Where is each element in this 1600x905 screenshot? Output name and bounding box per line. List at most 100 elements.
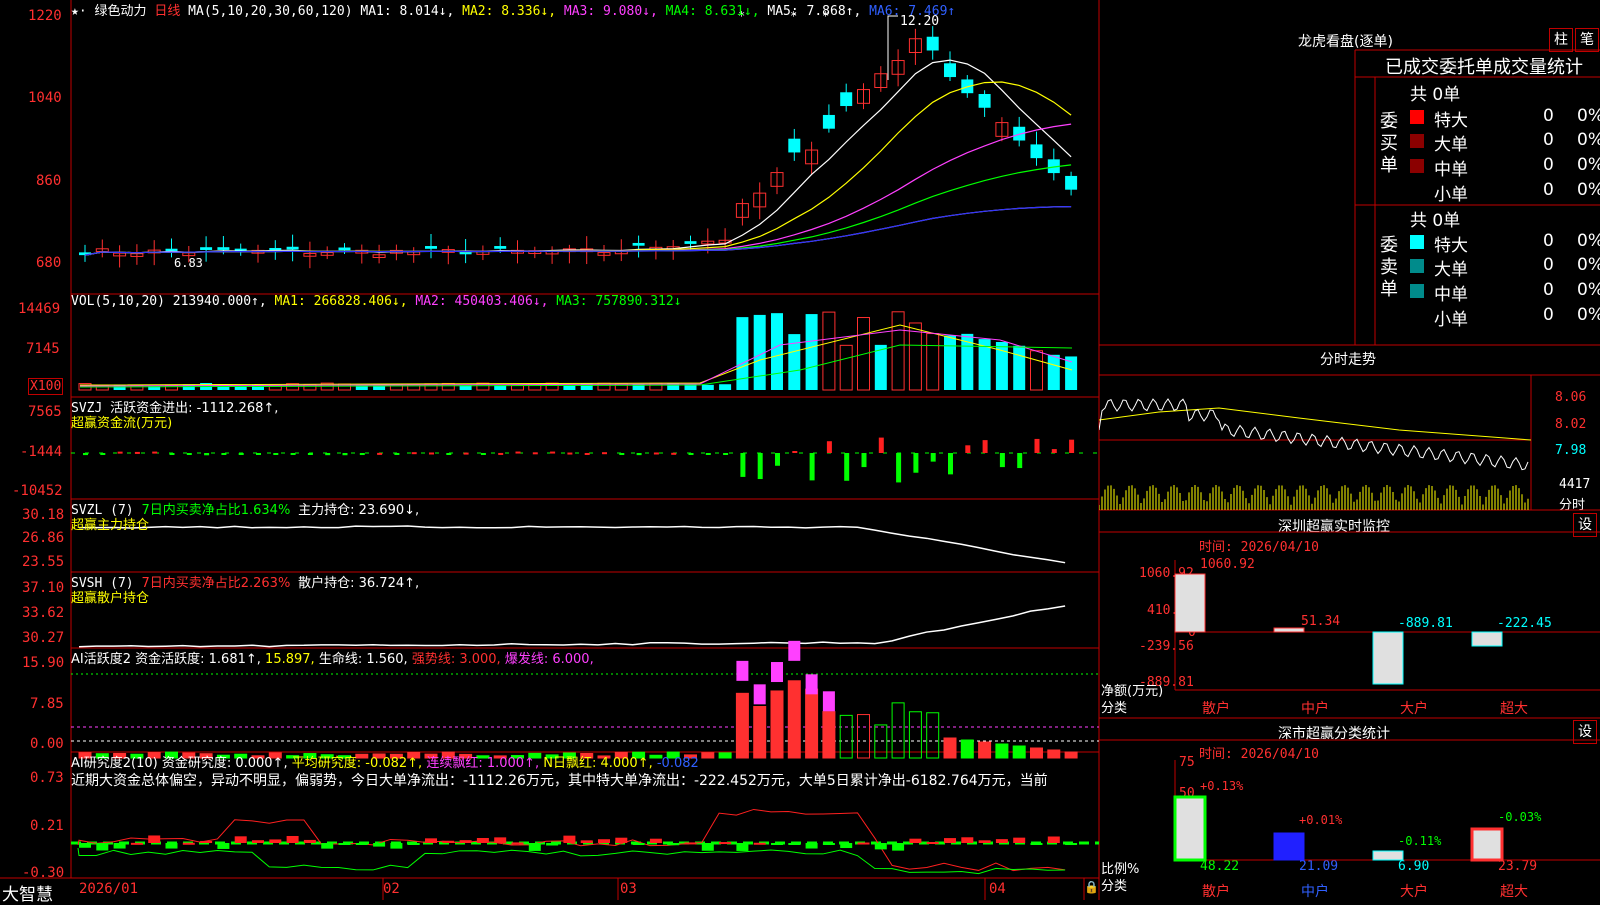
sz-bar-large: [1372, 631, 1404, 685]
research-bar: [459, 840, 472, 843]
flow-bar: [1051, 449, 1057, 453]
y-tick-ai2-2: 0.00: [30, 736, 64, 752]
main-holding-line: [78, 525, 1066, 564]
ma1-value: MA1: 8.014↓,: [360, 4, 455, 19]
flow-bar: [83, 453, 88, 456]
activity-bar: [701, 752, 715, 759]
flow-bar: [844, 453, 850, 481]
research-bar: [442, 840, 455, 843]
research-bar: [649, 838, 662, 843]
research-bar: [857, 842, 870, 845]
period-label[interactable]: 日线: [154, 4, 180, 19]
ai2-b: 15.897,: [265, 652, 315, 667]
svzl-desc: 7日内买卖净占比1.634%: [141, 503, 291, 518]
activity-bar: [1030, 747, 1043, 759]
activity-bar: [995, 743, 1009, 759]
research-bar: [407, 843, 420, 845]
high-marker: [887, 15, 898, 80]
research-bar: [303, 839, 316, 843]
flow-bar: [100, 453, 106, 455]
y-tick-air-2: -0.30: [22, 865, 65, 881]
flow-bar: [809, 453, 815, 481]
high-price-label: 12.20: [900, 14, 940, 29]
y-tick-ai2-0: 15.90: [22, 655, 65, 671]
flow-bar: [896, 453, 902, 483]
ai2-d: 强势线: 3.000,: [411, 652, 501, 667]
air-c: 连续飘红: 1.000↑,: [426, 756, 540, 771]
star-icon: ★·: [71, 4, 87, 19]
candle-body: [338, 247, 351, 251]
intraday-avg-line: [1099, 407, 1532, 441]
lock-icon[interactable]: 🔒: [1084, 880, 1099, 894]
activity-bar-top: [771, 662, 783, 683]
flow-bar: [619, 453, 625, 455]
research-bar: [355, 843, 368, 845]
sz-bar-retail: [1174, 573, 1206, 633]
volume-bar: [1047, 354, 1060, 390]
svzj-sub: 超赢资金流(万元): [71, 416, 173, 431]
flow-bar: [948, 453, 953, 475]
vol-unit-label: X100: [28, 378, 64, 395]
candle-body: [840, 92, 853, 107]
brand-logo: 大智慧: [2, 885, 53, 905]
activity-bar: [1012, 745, 1026, 759]
research-bar: [546, 843, 559, 846]
research-bar: [771, 843, 783, 845]
research-bar: [805, 843, 818, 849]
volume-bar: [874, 344, 887, 390]
flow-bar: [913, 453, 919, 473]
flow-bar: [636, 453, 642, 456]
y-tick-svsh-0: 37.10: [22, 580, 65, 596]
y-tick-svzj-1: -1444: [20, 444, 63, 460]
volume-bar: [891, 311, 905, 391]
flow-bar: [498, 452, 504, 455]
volume-bar: [908, 322, 922, 391]
flow-bar: [740, 453, 746, 477]
ma2-value: MA2: 8.336↓,: [462, 4, 557, 19]
ma4-value: MA4: 8.631↓,: [665, 4, 760, 19]
flow-bar: [134, 451, 140, 454]
flow-bar: [1069, 439, 1075, 453]
sz-bar-mid: [1273, 627, 1305, 633]
flow-bar: [861, 453, 867, 468]
flow-bar: [878, 437, 884, 453]
flow-bar: [792, 451, 798, 454]
activity-bar: [908, 711, 922, 759]
svsh-desc: 7日内买卖净占比2.263%: [141, 576, 291, 591]
activity-bar: [978, 741, 992, 759]
flow-bar: [307, 453, 313, 455]
activity-bar: [787, 680, 801, 759]
candle-body: [684, 241, 697, 244]
vol-ma2: MA2: 450403.406↓,: [415, 294, 549, 309]
candle-body: [1065, 175, 1078, 190]
research-bar: [632, 843, 645, 845]
vol-params: VOL(5,10,20): [71, 294, 165, 309]
research-bar: [1065, 843, 1078, 846]
research-bar: [269, 839, 282, 843]
volume-bar: [839, 344, 853, 391]
flow-bar: [325, 453, 331, 456]
candle-body: [822, 114, 835, 129]
air-d: N日飘红: 4.000↑,: [543, 756, 653, 771]
svzl-sub: 超赢主力持仓: [71, 518, 150, 533]
candle-body: [978, 94, 991, 108]
y-tick-main-2: 860: [36, 173, 62, 189]
stock-name[interactable]: 绿色动力: [94, 4, 146, 19]
flow-bar: [342, 453, 348, 456]
research-bar: [788, 843, 801, 845]
research-bar: [926, 842, 939, 845]
research-bar: [892, 843, 905, 851]
x-tick-2: 03: [620, 881, 637, 897]
candle-body: [1030, 144, 1043, 159]
y-tick-vol-0: 14469: [18, 301, 61, 317]
candle-body: [632, 242, 645, 246]
candle-body: [286, 246, 299, 250]
volume-bar: [719, 384, 732, 390]
ma-line: [84, 206, 1072, 256]
intraday-price-line: [1099, 398, 1529, 471]
flow-bar: [463, 452, 469, 455]
y-tick-svzj-0: 7565: [28, 404, 62, 420]
candle-body: [944, 63, 956, 78]
flow-bar: [1034, 438, 1040, 453]
research-bar: [840, 843, 853, 849]
